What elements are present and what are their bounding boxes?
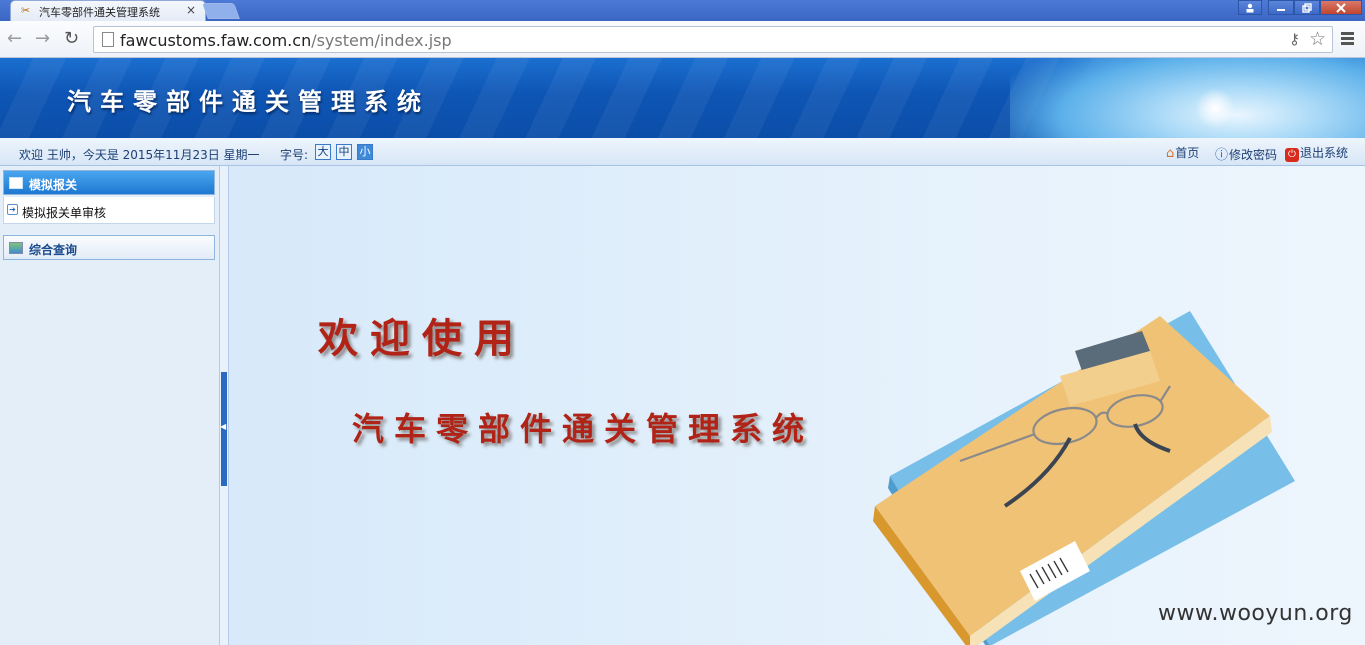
site-favicon-icon: ✂: [21, 4, 31, 17]
menu-header-label: 模拟报关: [29, 178, 78, 192]
bookmark-star-icon[interactable]: ☆: [1309, 28, 1326, 50]
font-size-large-button[interactable]: 大: [315, 144, 331, 160]
picture-icon: [9, 242, 23, 254]
browser-tab-strip: ✂ 汽车零部件通关管理系统 ×: [0, 0, 1365, 21]
app-title: 汽车零部件通关管理系统: [67, 87, 430, 116]
restore-window-icon[interactable]: [1294, 0, 1320, 15]
sidebar: 模拟报关 ➔ 模拟报关单审核 综合查询: [0, 166, 220, 645]
browser-tab-title: 汽车零部件通关管理系统: [39, 6, 160, 19]
globe-graphic: [1010, 58, 1365, 138]
menu-header-simulated-declaration[interactable]: 模拟报关: [3, 170, 215, 195]
tab-close-icon[interactable]: ×: [186, 3, 196, 17]
font-size-medium-button[interactable]: 中: [336, 144, 352, 160]
menu-item-declaration-review[interactable]: ➔ 模拟报关单审核: [3, 197, 215, 224]
collapse-arrow-icon: ◀: [220, 422, 227, 431]
app-banner: 汽车零部件通关管理系统: [0, 58, 1365, 138]
light-flare: [1195, 88, 1235, 128]
back-arrow-icon[interactable]: ←: [7, 29, 22, 49]
close-window-icon[interactable]: [1320, 0, 1362, 15]
url-path: /system/index.jsp: [311, 31, 452, 50]
page-icon: [102, 32, 114, 47]
power-icon: ⏻: [1285, 148, 1299, 162]
table-icon: [9, 177, 23, 189]
font-size-label: 字号:: [280, 148, 309, 162]
sidebar-splitter[interactable]: ◀: [220, 166, 229, 645]
system-name-heading: 汽车零部件通关管理系统: [352, 410, 815, 448]
home-link[interactable]: ⌂首页: [1166, 144, 1199, 161]
main-content: 欢迎使用 汽车零部件通关管理系统 www.wooyun.org: [230, 166, 1365, 645]
change-password-link[interactable]: ⓘ修改密码: [1215, 144, 1277, 163]
url-text: fawcustoms.faw.com.cn/system/index.jsp: [120, 31, 452, 50]
browser-toolbar: ← → ↻ fawcustoms.faw.com.cn/system/index…: [0, 21, 1365, 58]
watermark-text: www.wooyun.org: [1158, 601, 1353, 626]
forward-arrow-icon[interactable]: →: [35, 29, 50, 49]
menu-header-general-query[interactable]: 综合查询: [3, 235, 215, 260]
books-and-glasses-illustration: [873, 311, 1295, 645]
user-info-bar: 欢迎 王帅，今天是 2015年11月23日 星期一 字号: 大 中 小 ⌂首页 …: [0, 138, 1365, 166]
font-size-small-button[interactable]: 小: [357, 144, 373, 160]
menu-item-label: 模拟报关单审核: [22, 206, 107, 220]
address-bar[interactable]: fawcustoms.faw.com.cn/system/index.jsp ⚷…: [93, 26, 1333, 53]
key-icon[interactable]: ⚷: [1289, 30, 1300, 48]
browser-menu-icon[interactable]: [1341, 32, 1354, 47]
minimize-window-icon[interactable]: [1268, 0, 1294, 15]
welcome-heading: 欢迎使用: [318, 315, 526, 362]
new-tab-button[interactable]: [202, 3, 240, 19]
browser-tab[interactable]: ✂ 汽车零部件通关管理系统 ×: [10, 0, 206, 21]
profile-icon[interactable]: [1238, 0, 1262, 15]
url-host: fawcustoms.faw.com.cn: [120, 31, 312, 50]
menu-header-label: 综合查询: [29, 243, 78, 257]
info-icon: ⓘ: [1215, 148, 1229, 163]
logout-link[interactable]: ⏻ 退出系统: [1285, 144, 1348, 162]
reload-icon[interactable]: ↻: [64, 29, 79, 49]
welcome-text: 欢迎 王帅，今天是 2015年11月23日 星期一: [19, 148, 260, 162]
arrow-right-icon: ➔: [7, 204, 18, 215]
home-link-label: 首页: [1175, 146, 1200, 160]
logout-label: 退出系统: [1300, 146, 1349, 160]
change-password-label: 修改密码: [1229, 148, 1278, 162]
home-icon: ⌂: [1166, 146, 1175, 161]
